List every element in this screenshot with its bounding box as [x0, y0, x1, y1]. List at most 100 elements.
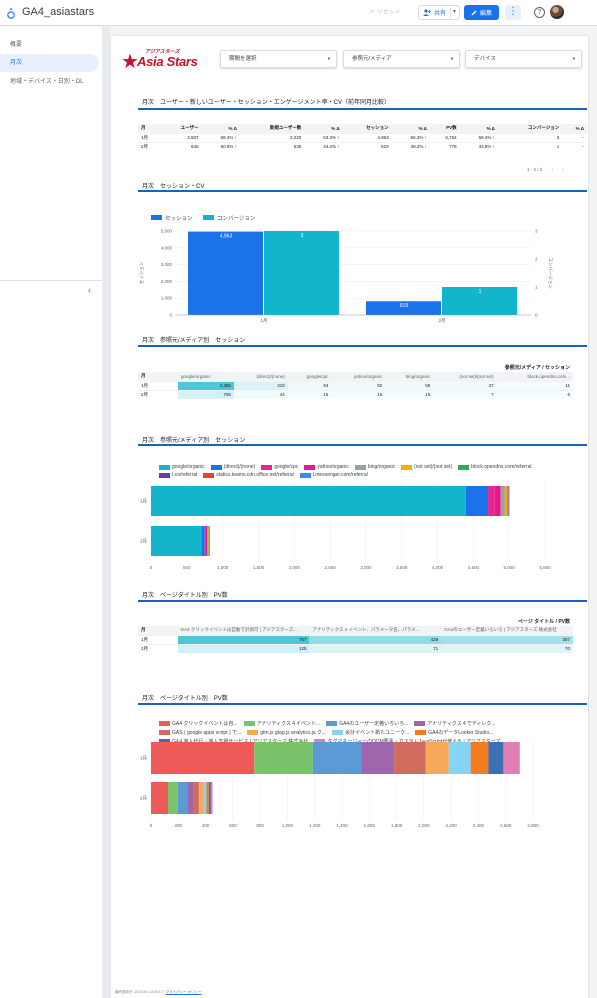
- table-cell: 37: [433, 380, 497, 390]
- legend-item[interactable]: GA4のデータLooker Studio...: [415, 729, 493, 736]
- date-range-filter[interactable]: 期間を選択 ▼: [220, 50, 337, 68]
- legend-item[interactable]: google/cpc: [261, 464, 298, 470]
- legend-item[interactable]: GA4のユーザー定義いろいろ...: [326, 720, 408, 727]
- section-title: 月次 ユーザー・新しいユーザー・セッション・エンゲージメント率・CV（前年同月比…: [142, 100, 390, 106]
- avatar[interactable]: [550, 5, 564, 19]
- legend-item[interactable]: block.opendns.com/referral: [458, 464, 531, 470]
- legend-swatch: [414, 721, 426, 726]
- column-header[interactable]: % Δ: [391, 124, 430, 133]
- column-header[interactable]: PV数: [429, 124, 460, 133]
- legend-item[interactable]: t.co/referral: [159, 472, 197, 478]
- column-header[interactable]: (not set)/(not set): [433, 372, 497, 381]
- column-header[interactable]: % Δ: [201, 124, 240, 133]
- column-header[interactable]: % Δ: [304, 124, 343, 133]
- source-medium-label: 参照元/メディア: [352, 56, 392, 62]
- bar-segment: [187, 782, 194, 814]
- section-divider: [138, 703, 587, 705]
- legend-item[interactable]: GAS ( google apps script ) で...: [159, 729, 241, 736]
- legend-item[interactable]: アナリティクス４でディレク...: [414, 720, 496, 727]
- table-cell: 819: [342, 141, 392, 151]
- table-cell: 50.9% ↑: [201, 141, 240, 151]
- source-medium-filter[interactable]: 参照元/メディア ▼: [343, 50, 460, 68]
- column-header[interactable]: 新規ユーザー数: [239, 124, 305, 133]
- chevron-right-icon[interactable]: ›: [562, 167, 564, 172]
- help-icon[interactable]: ?: [534, 7, 545, 18]
- y2-tick-label: 3: [535, 229, 538, 234]
- column-header[interactable]: ユーザー: [160, 124, 202, 133]
- nav-item-monthly[interactable]: 月次: [0, 54, 99, 72]
- legend-item[interactable]: yahoo/organic: [304, 464, 349, 470]
- add-person-icon: [423, 9, 431, 16]
- privacy-policy-link[interactable]: プライバシー ポリシー: [166, 990, 202, 994]
- column-header[interactable]: セッション: [342, 124, 392, 133]
- report-title[interactable]: GA4_asiastars: [22, 6, 94, 18]
- edit-button[interactable]: 編集: [464, 5, 499, 20]
- nav-item-overview[interactable]: 概要: [0, 36, 99, 54]
- legend-swatch: [401, 464, 413, 470]
- legend-item[interactable]: google/organic: [159, 464, 205, 470]
- chevron-left-icon[interactable]: ‹: [552, 167, 554, 172]
- table-cell: 3,220: [239, 132, 305, 142]
- y-tick-label: 3,000: [161, 262, 173, 267]
- legend-item[interactable]: GA4 クリックイベントは自...: [159, 720, 238, 727]
- legend-item[interactable]: (not set)/(not set): [401, 464, 452, 470]
- legend-swatch: [247, 730, 259, 735]
- column-header[interactable]: bing/organic: [385, 372, 434, 381]
- legend-label: アナリティクス４イベント...: [256, 721, 321, 727]
- pager-label: 1 - 2 / 2: [527, 167, 543, 172]
- column-header[interactable]: 月: [138, 372, 178, 381]
- table-cell: 125: [177, 643, 310, 653]
- column-header[interactable]: GA4のユーザー定義いろいろ | アジアスターズ 株式会社: [441, 626, 573, 635]
- column-header[interactable]: アナリティクス 4 イベント、パラメータ名、パラメ...: [309, 626, 442, 635]
- section-divider: [138, 600, 587, 602]
- column-header[interactable]: block.opendns.com...: [496, 372, 573, 381]
- column-header[interactable]: yahoo/organic: [331, 372, 386, 381]
- bar: [188, 231, 263, 315]
- column-header[interactable]: 月: [138, 124, 161, 133]
- edit-label: 編集: [479, 11, 492, 17]
- legend-item[interactable]: gtm.js gtag.js analytics.js ク...: [247, 729, 326, 736]
- legend-swatch: [354, 464, 366, 470]
- legend-label: google/cpc: [274, 464, 299, 470]
- device-filter[interactable]: デバイス ▼: [465, 50, 582, 68]
- legend-item[interactable]: l.messenger.com/referral: [299, 472, 368, 478]
- legend-item[interactable]: bing/organic: [354, 464, 395, 470]
- table-cell: 16: [331, 389, 386, 399]
- x-tick-label: 2,200: [446, 823, 458, 828]
- legend-label: 会計イベント新たユニーク...: [345, 730, 410, 736]
- bar-segment: [198, 782, 203, 814]
- last-updated-text: 最終更新日: 2023/3/4 13:39:17 |: [115, 990, 166, 994]
- bar-segment: [208, 526, 209, 556]
- column-header[interactable]: (direct)/(none): [233, 372, 288, 381]
- x-tick-label: 1,000: [217, 565, 229, 570]
- chevron-left-icon[interactable]: ‹: [88, 285, 91, 295]
- more-options-icon[interactable]: ⋮: [505, 5, 521, 20]
- dropdown-arrow-icon: ▼: [450, 56, 454, 61]
- legend-label: block.opendns.com/referral: [471, 464, 532, 470]
- legend-item[interactable]: 会計イベント新たユニーク...: [332, 729, 409, 736]
- share-dropdown-icon[interactable]: ▼: [452, 9, 457, 15]
- table-cell: 4,963: [342, 132, 392, 142]
- x-tick-label: 5,500: [539, 565, 551, 570]
- column-header[interactable]: google/organic: [178, 372, 234, 381]
- legend-item[interactable]: statics.teams.cdn.office.net/referral: [203, 472, 294, 478]
- legend-swatch: [326, 721, 338, 726]
- bar-segment: [205, 526, 208, 556]
- column-header[interactable]: google/cpc: [287, 372, 332, 381]
- pencil-icon: [471, 10, 477, 15]
- column-header[interactable]: 月: [138, 626, 178, 635]
- bar-segment: [425, 742, 449, 774]
- legend-item[interactable]: (direct)/(none): [210, 464, 255, 470]
- x-tick-label: 0: [150, 565, 153, 570]
- column-header[interactable]: % Δ: [459, 124, 498, 133]
- bar-segment: [507, 486, 509, 516]
- column-header[interactable]: % Δ: [562, 124, 587, 133]
- canvas-gutter: [102, 27, 110, 998]
- column-header[interactable]: コンバージョン: [497, 124, 563, 133]
- share-button[interactable]: 共有 ▼: [418, 5, 460, 20]
- column-header[interactable]: GA4 クリックイベントは自動で計測可 | アジアスターズ...: [177, 626, 310, 635]
- reset-button[interactable]: ↶ リセット: [370, 7, 401, 16]
- x-tick-label: 4,500: [468, 565, 480, 570]
- nav-item-region-device-daily[interactable]: 地域・デバイス・日別・DL: [0, 73, 99, 91]
- legend-item[interactable]: アナリティクス４イベント...: [243, 720, 321, 727]
